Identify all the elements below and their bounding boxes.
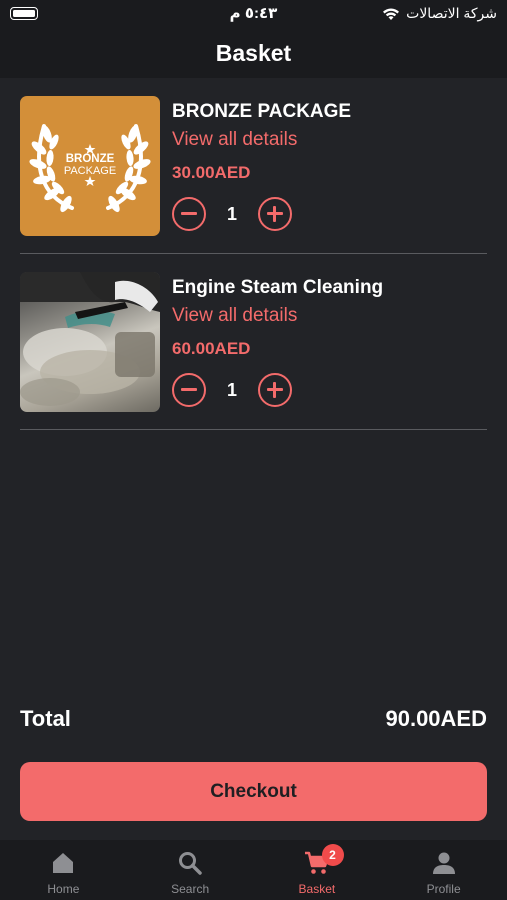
quantity-stepper: 1 (172, 373, 294, 409)
carrier-name: شركة الاتصالات (406, 5, 497, 21)
engine-photo (20, 272, 160, 406)
item-thumbnail[interactable]: BRONZE PACKAGE (20, 96, 160, 236)
tab-profile[interactable]: Profile (380, 840, 507, 900)
quantity-value: 1 (226, 204, 237, 224)
header: Basket (0, 28, 507, 78)
person-icon (432, 852, 455, 874)
tab-bar: Home Search 2 Basket Profile (0, 840, 507, 900)
thumbnail-text-line1: BRONZE (66, 153, 115, 165)
checkout-button[interactable]: Checkout (20, 762, 487, 821)
status-carrier-group: شركة الاتصالات (382, 5, 497, 22)
page-title: Basket (215, 39, 292, 66)
increment-button[interactable] (258, 197, 292, 231)
view-details-link[interactable]: View all details (172, 129, 297, 151)
tab-label: Profile (426, 882, 461, 896)
view-details-link[interactable]: View all details (172, 305, 297, 327)
laurel-wreath-icon: BRONZE PACKAGE (29, 124, 151, 213)
search-icon (179, 852, 202, 875)
item-title: BRONZE PACKAGE (172, 101, 352, 122)
item-thumbnail[interactable] (20, 272, 160, 412)
item-price: 30.00AED (172, 163, 251, 182)
tab-search[interactable]: Search (127, 840, 254, 900)
thumbnail-text-line2: PACKAGE (64, 165, 116, 177)
tab-home[interactable]: Home (0, 840, 127, 900)
basket-item: Engine Steam Cleaning View all details 6… (20, 272, 487, 430)
total-label: Total (20, 706, 71, 731)
total-value: 90.00AED (385, 706, 487, 731)
tab-basket[interactable]: 2 Basket (254, 840, 381, 900)
quantity-stepper: 1 (172, 197, 294, 233)
item-title: Engine Steam Cleaning (172, 277, 384, 298)
cart-count-badge: 2 (321, 844, 344, 866)
home-icon (53, 853, 74, 873)
decrement-button[interactable] (172, 373, 206, 407)
tab-label: Basket (298, 882, 336, 896)
tab-label: Home (47, 882, 80, 896)
wifi-icon (383, 8, 400, 20)
quantity-value: 1 (226, 380, 237, 400)
decrement-button[interactable] (172, 197, 206, 231)
tab-label: Search (171, 882, 210, 896)
increment-button[interactable] (258, 373, 292, 407)
basket-item: BRONZE PACKAGE BRONZE PACKAGE View all d… (20, 96, 487, 254)
status-bar: ٥:٤٣ م شركة الاتصالات (0, 0, 507, 28)
item-price: 60.00AED (172, 339, 251, 358)
